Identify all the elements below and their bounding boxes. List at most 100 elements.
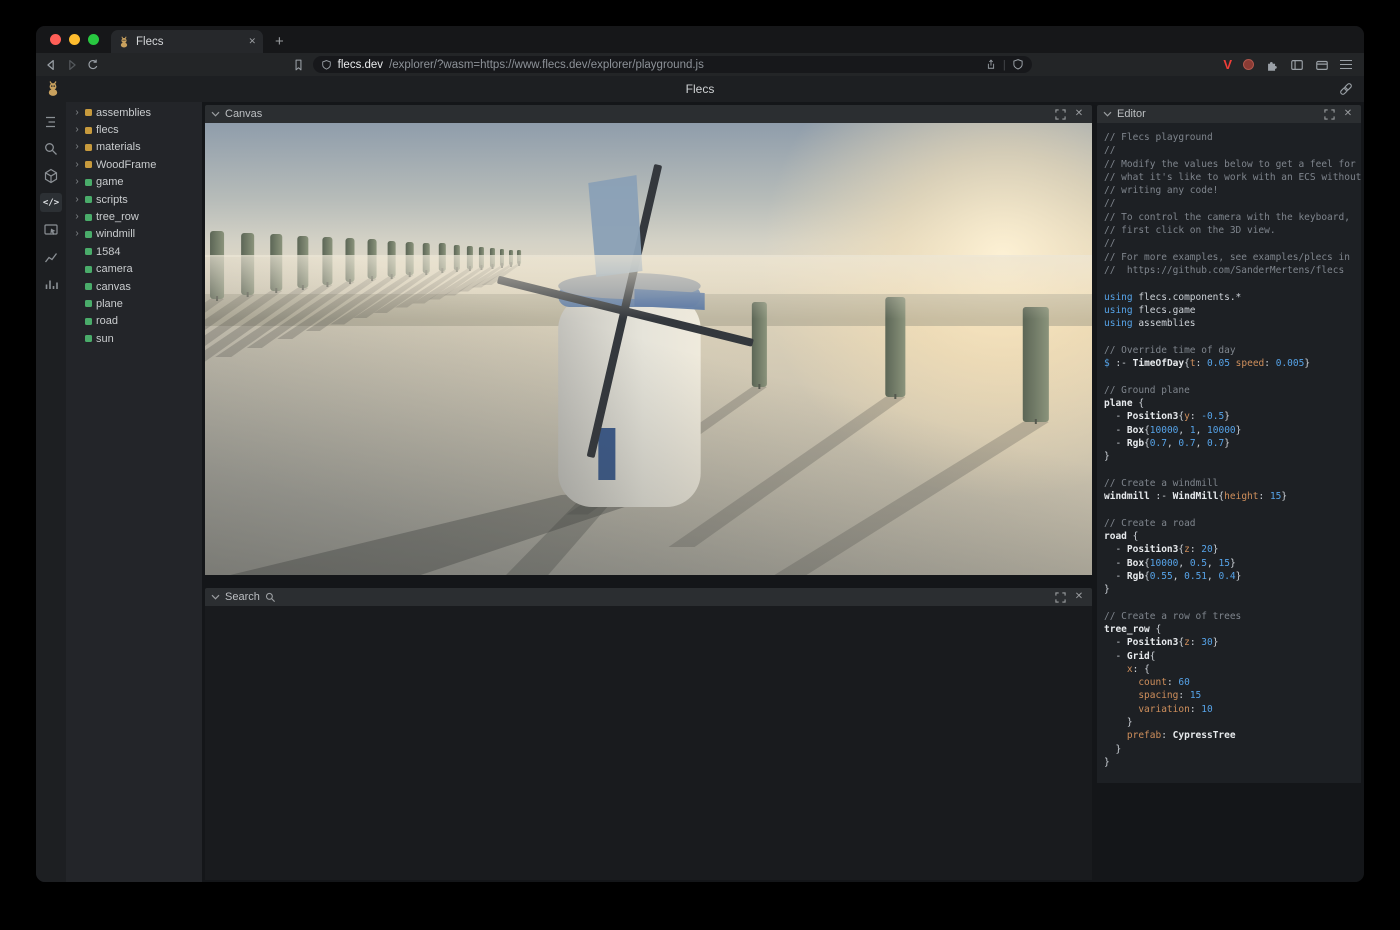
expand-arrow-icon[interactable]: › xyxy=(73,108,81,118)
tree-item-windmill[interactable]: › windmill xyxy=(66,226,202,243)
chevron-down-icon[interactable] xyxy=(211,593,220,601)
expand-icon[interactable] xyxy=(1053,592,1067,603)
code-line: // To control the camera with the keyboa… xyxy=(1104,211,1361,224)
bookmark-icon[interactable] xyxy=(292,58,305,72)
reload-icon[interactable] xyxy=(86,58,100,72)
url-bar[interactable]: flecs.dev /explorer/?wasm=https://www.fl… xyxy=(313,56,1032,73)
tree-item-materials[interactable]: ›materials xyxy=(66,139,202,156)
code-line: $ :- TimeOfDay{t: 0.05 speed: 0.005} xyxy=(1104,357,1361,370)
canvas-3d-view[interactable] xyxy=(205,123,1092,575)
code-line: // Modify the values below to get a feel… xyxy=(1104,158,1361,171)
expand-arrow-icon[interactable]: › xyxy=(73,142,81,152)
search-icon[interactable] xyxy=(40,139,62,158)
tree-item-label: tree_row xyxy=(96,211,139,223)
code-line: // Create a row of trees xyxy=(1104,610,1361,623)
tree-item-1584[interactable]: ›1584 xyxy=(66,243,202,260)
site-info-icon[interactable] xyxy=(321,59,332,71)
close-icon[interactable]: ✕ xyxy=(1341,109,1355,119)
flecs-logo-icon[interactable] xyxy=(45,80,61,97)
zoom-window-button[interactable] xyxy=(88,34,99,45)
code-line: // what it's like to work with an ECS wi… xyxy=(1104,171,1361,184)
toolbar-right-icons: V xyxy=(1223,58,1356,72)
blocker-badge-icon[interactable] xyxy=(1243,59,1254,70)
code-icon[interactable]: </> xyxy=(40,193,62,212)
tree-item-camera[interactable]: ›camera xyxy=(66,261,202,278)
menu-icon[interactable] xyxy=(1340,60,1352,70)
tree-item-scripts[interactable]: ›scripts xyxy=(66,191,202,208)
forward-icon[interactable] xyxy=(65,58,79,72)
close-window-button[interactable] xyxy=(50,34,61,45)
code-line xyxy=(1104,277,1361,290)
code-line: - Box{10000, 1, 10000} xyxy=(1104,424,1361,437)
share-icon[interactable] xyxy=(985,58,997,71)
code-editor[interactable]: // Flecs playground//// Modify the value… xyxy=(1097,123,1361,783)
wallet-icon[interactable] xyxy=(1315,58,1329,72)
expand-arrow-icon[interactable]: › xyxy=(73,177,81,187)
expand-arrow-icon[interactable]: › xyxy=(73,125,81,135)
page-header: Flecs xyxy=(36,76,1364,102)
browser-tab[interactable]: Flecs ✕ xyxy=(111,30,263,53)
tree-item-canvas[interactable]: ›canvas xyxy=(66,278,202,295)
vivaldi-brand-icon[interactable]: V xyxy=(1223,58,1232,71)
code-line: // first click on the 3D view. xyxy=(1104,224,1361,237)
extensions-puzzle-icon[interactable] xyxy=(1265,58,1279,72)
share-link-icon[interactable] xyxy=(1338,82,1354,96)
entity-icon xyxy=(85,196,92,203)
close-icon[interactable]: ✕ xyxy=(1072,592,1086,602)
tab-close-icon[interactable]: ✕ xyxy=(248,36,256,47)
entities-cube-icon[interactable] xyxy=(40,166,62,185)
code-line: // Create a road xyxy=(1104,517,1361,530)
stats-icon[interactable] xyxy=(40,274,62,293)
expand-arrow-icon[interactable]: › xyxy=(73,212,81,222)
expand-icon[interactable] xyxy=(1053,109,1067,120)
outliner-icon[interactable] xyxy=(40,112,62,131)
tree-item-assemblies[interactable]: › assemblies xyxy=(66,104,202,121)
entity-icon xyxy=(85,214,92,221)
tree-item-flecs[interactable]: › flecs xyxy=(66,121,202,138)
close-icon[interactable]: ✕ xyxy=(1072,109,1086,119)
tab-favicon xyxy=(118,36,130,48)
tree-item-label: flecs xyxy=(96,124,119,136)
expand-arrow-icon[interactable]: › xyxy=(73,229,81,239)
new-tab-button[interactable]: + xyxy=(275,34,284,49)
back-icon[interactable] xyxy=(44,58,58,72)
chevron-down-icon[interactable] xyxy=(1103,110,1112,118)
expand-icon[interactable] xyxy=(1322,109,1336,120)
minimize-window-button[interactable] xyxy=(69,34,80,45)
tree-item-label: camera xyxy=(96,263,133,275)
code-line: - Position3{z: 30} xyxy=(1104,636,1361,649)
search-results-area[interactable] xyxy=(205,606,1092,880)
chevron-down-icon[interactable] xyxy=(211,110,220,118)
code-line: prefab: CypressTree xyxy=(1104,729,1361,742)
tree-item-road[interactable]: ›road xyxy=(66,313,202,330)
address-bar-group: flecs.dev /explorer/?wasm=https://www.fl… xyxy=(292,56,1032,73)
tree-item-label: game xyxy=(96,176,124,188)
tree-item-label: canvas xyxy=(96,281,131,293)
code-line: windmill :- WindMill{height: 15} xyxy=(1104,490,1361,503)
code-line: plane { xyxy=(1104,397,1361,410)
expand-arrow-icon[interactable]: › xyxy=(73,160,81,170)
tree-item-plane[interactable]: ›plane xyxy=(66,295,202,312)
content-blocker-shield-icon[interactable] xyxy=(1012,58,1024,71)
canvas-3d-scene xyxy=(205,123,1092,575)
tree-item-WoodFrame[interactable]: › WoodFrame xyxy=(66,156,202,173)
panel-toggle-icon[interactable] xyxy=(1290,58,1304,72)
tree-item-tree_row[interactable]: › tree_row xyxy=(66,208,202,225)
module-icon xyxy=(85,161,92,168)
entity-icon xyxy=(85,266,92,273)
code-line: count: 60 xyxy=(1104,676,1361,689)
url-domain: flecs.dev xyxy=(338,59,383,71)
expand-arrow-icon[interactable]: › xyxy=(73,195,81,205)
tree-item-label: WoodFrame xyxy=(96,159,156,171)
tree-item-game[interactable]: › game xyxy=(66,174,202,191)
module-icon xyxy=(85,144,92,151)
search-panel-header: Search ✕ xyxy=(205,588,1092,606)
inspector-icon[interactable] xyxy=(40,220,62,239)
tree-item-label: assemblies xyxy=(96,107,151,119)
code-line: tree_row { xyxy=(1104,623,1361,636)
chart-icon[interactable] xyxy=(40,247,62,266)
tree-item-label: windmill xyxy=(96,228,135,240)
page-title: Flecs xyxy=(36,76,1364,102)
browser-window: Flecs ✕ + xyxy=(36,26,1364,882)
tree-item-sun[interactable]: ›sun xyxy=(66,330,202,347)
